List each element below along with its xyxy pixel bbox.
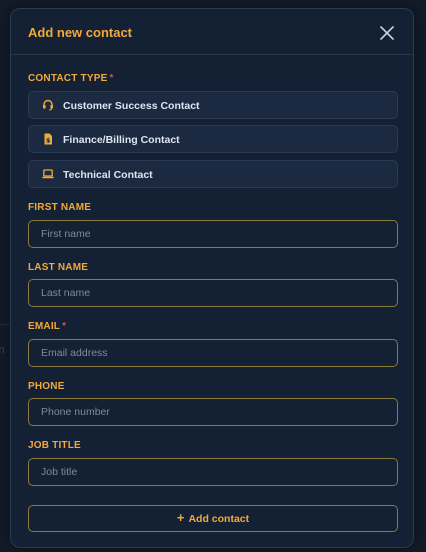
add-contact-dialog: Add new contact CONTACT TYPE * Customer S… (10, 8, 414, 548)
backdrop-partial-text: in (0, 344, 5, 356)
first-name-label: FIRST NAME (28, 202, 92, 213)
required-mark: * (109, 73, 114, 84)
add-contact-button[interactable]: + Add contact (28, 505, 398, 532)
laptop-icon (42, 169, 54, 179)
contact-type-option-label: Finance/Billing Contact (63, 134, 180, 146)
plus-icon: + (176, 510, 185, 525)
contact-type-option-technical[interactable]: Technical Contact (28, 160, 398, 188)
dollar-document-icon: $ (44, 133, 52, 145)
contact-type-option-label: Customer Success Contact (63, 100, 200, 112)
svg-text:$: $ (46, 136, 51, 144)
dialog-title: Add new contact (28, 25, 133, 40)
headset-icon (43, 99, 53, 111)
dialog-header: Add new contact (11, 9, 413, 55)
close-button[interactable] (377, 23, 397, 43)
close-icon (380, 26, 394, 40)
contact-type-label: CONTACT TYPE * (28, 73, 114, 84)
first-name-input[interactable] (28, 220, 398, 248)
job-title-input[interactable] (28, 458, 398, 486)
phone-label: PHONE (28, 381, 65, 392)
add-contact-button-label: Add contact (188, 513, 250, 525)
email-label-text: EMAIL (28, 321, 61, 332)
contact-type-label-text: CONTACT TYPE (28, 73, 108, 84)
email-label: EMAIL * (28, 321, 66, 332)
last-name-input[interactable] (28, 279, 398, 307)
contact-type-option-label: Technical Contact (63, 169, 153, 181)
required-mark: * (62, 321, 67, 332)
phone-input[interactable] (28, 398, 398, 426)
last-name-label: LAST NAME (28, 262, 89, 273)
email-input[interactable] (28, 339, 398, 367)
contact-type-option-finance-billing[interactable]: $ Finance/Billing Contact (28, 125, 398, 153)
job-title-label: JOB TITLE (28, 440, 81, 451)
contact-type-option-customer-success[interactable]: Customer Success Contact (28, 91, 398, 119)
